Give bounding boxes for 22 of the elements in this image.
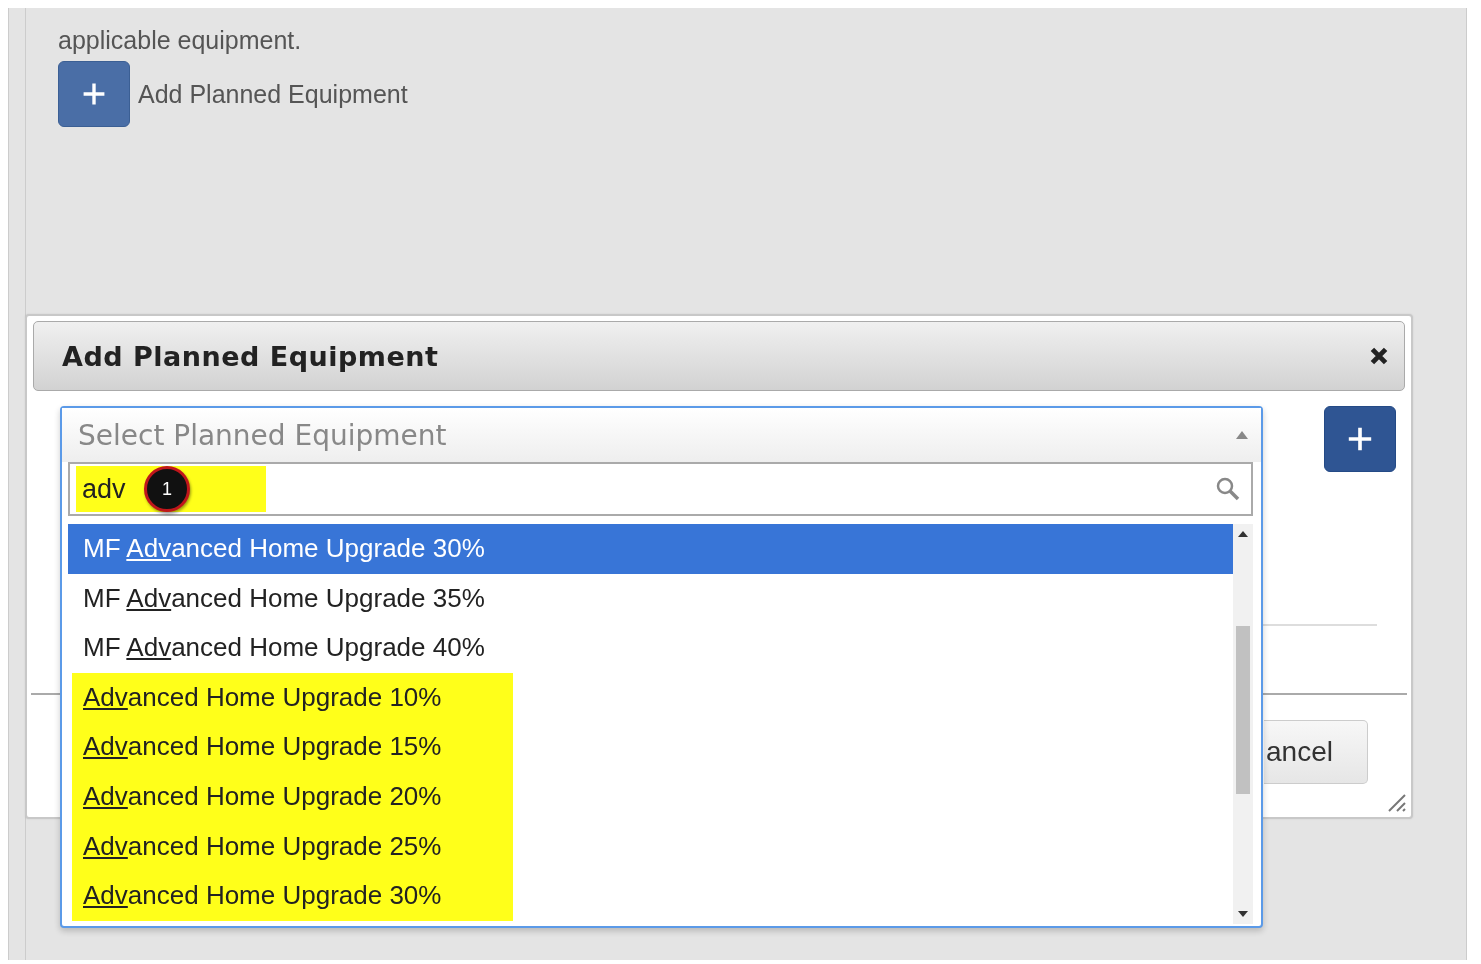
dialog-title: Add Planned Equipment <box>62 340 439 372</box>
scroll-down-icon[interactable] <box>1238 910 1248 918</box>
list-option[interactable]: Advanced Home Upgrade 20% <box>72 771 513 822</box>
list-option[interactable]: Advanced Home Upgrade 25% <box>72 821 513 872</box>
caret-icon <box>1235 430 1249 440</box>
scrollbar[interactable] <box>1233 524 1253 924</box>
add-button[interactable] <box>58 61 130 127</box>
list-option[interactable]: MF Advanced Home Upgrade 35% <box>68 573 1233 624</box>
search-icon <box>1215 476 1241 502</box>
scroll-up-icon[interactable] <box>1238 530 1248 538</box>
list-option[interactable]: Advanced Home Upgrade 30% <box>72 871 513 921</box>
list-option[interactable]: MF Advanced Home Upgrade 30% <box>68 524 1233 574</box>
plus-icon <box>1346 425 1374 453</box>
list-option[interactable]: MF Advanced Home Upgrade 40% <box>68 623 1233 673</box>
close-button[interactable] <box>1368 345 1390 367</box>
list-option[interactable]: Advanced Home Upgrade 15% <box>72 722 513 772</box>
plus-icon <box>81 81 107 107</box>
list-option[interactable]: Advanced Home Upgrade 10% <box>72 672 513 723</box>
cancel-button[interactable]: ancel <box>1264 720 1368 784</box>
add-button-label: Add Planned Equipment <box>138 79 408 109</box>
instruction-text: applicable equipment. <box>58 26 302 55</box>
add-button[interactable] <box>1324 406 1396 472</box>
